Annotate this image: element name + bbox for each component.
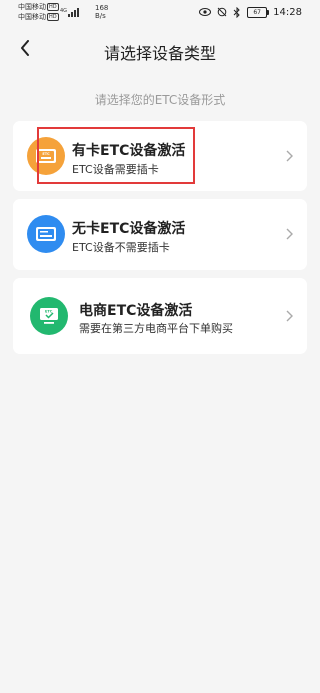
page-title: 请选择设备类型 — [103, 44, 216, 63]
signal-icon: 4G — [60, 8, 79, 17]
alarm-off-icon — [217, 7, 227, 17]
ecommerce-etc-icon: ETC — [30, 297, 68, 335]
etc-device-icon — [27, 215, 65, 253]
chevron-right-icon — [286, 310, 293, 322]
header: 请选择设备类型 — [0, 26, 320, 72]
chevron-right-icon — [286, 150, 293, 162]
battery-indicator: 67 — [247, 6, 270, 18]
option-description: ETC设备不需要插卡 — [72, 241, 170, 254]
option-title: 电商ETC设备激活 — [79, 303, 193, 319]
option-card-without-card[interactable]: 无卡ETC设备激活 ETC设备不需要插卡 — [13, 199, 307, 270]
svg-text:4G: 4G — [60, 8, 67, 14]
eye-icon — [199, 8, 212, 16]
network-speed: 168 B/s — [95, 4, 109, 20]
chevron-right-icon — [286, 228, 293, 240]
option-card-ecommerce[interactable]: ETC 电商ETC设备激活 需要在第三方电商平台下单购买 — [13, 278, 307, 354]
bluetooth-icon — [233, 6, 240, 18]
carrier-2: 中国移动 HD — [18, 13, 59, 21]
highlight-box — [37, 127, 195, 184]
clock: 14:28 — [273, 6, 302, 18]
section-subtitle: 请选择您的ETC设备形式 — [94, 93, 226, 107]
carrier-1: 中国移动 HD — [18, 3, 59, 11]
option-title: 无卡ETC设备激活 — [72, 221, 186, 237]
option-description: 需要在第三方电商平台下单购买 — [79, 322, 233, 335]
status-bar: 中国移动 HD 中国移动 HD 4G 168 B/s 67 14:28 — [0, 0, 320, 26]
svg-text:ETC: ETC — [45, 310, 53, 314]
status-icons: 67 14:28 — [199, 5, 302, 19]
